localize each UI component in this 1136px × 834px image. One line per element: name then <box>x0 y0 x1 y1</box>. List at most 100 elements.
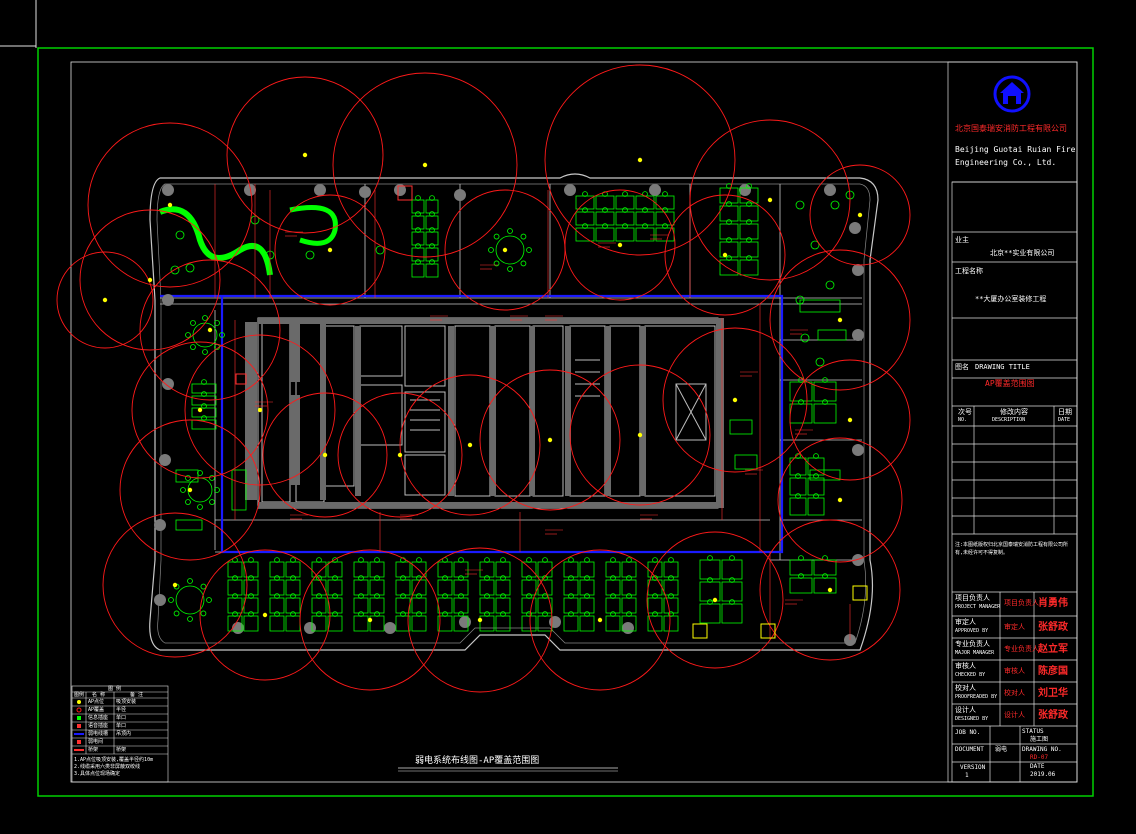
ap-point-icon[interactable] <box>722 252 728 258</box>
ap-point-icon[interactable] <box>367 617 373 623</box>
ap-point-icon[interactable] <box>767 197 773 203</box>
legend-header-name: 名 称 <box>92 692 106 698</box>
ap-point-icon[interactable] <box>197 407 203 413</box>
role-label-en: CHECKED BY <box>955 672 986 678</box>
chair <box>190 344 196 350</box>
workstation <box>813 559 837 576</box>
workstation <box>605 597 621 614</box>
workstation <box>635 195 655 210</box>
ap-point-icon[interactable] <box>637 157 643 163</box>
role-label-en: APPROVED BY <box>955 628 989 634</box>
cad-drawing-viewport[interactable]: 北京国泰瑞安消防工程有限公司 Beijing Guotai Ruian Fire… <box>0 0 1136 830</box>
workstation <box>311 597 327 614</box>
ap-point-icon[interactable] <box>397 452 403 458</box>
core-wall <box>258 502 718 508</box>
workstation <box>719 205 739 222</box>
workstation <box>575 227 595 242</box>
ap-point-icon[interactable] <box>827 587 833 593</box>
workstation <box>605 615 621 632</box>
workstation <box>563 597 579 614</box>
workstation <box>227 579 243 596</box>
ap-point-icon[interactable] <box>167 202 173 208</box>
date-label: DATE <box>1030 763 1045 770</box>
ap-point-icon[interactable] <box>302 152 308 158</box>
workstation <box>437 579 453 596</box>
lounge-chair <box>185 263 195 273</box>
workstation <box>243 579 259 596</box>
workstation <box>615 227 635 242</box>
workstation <box>739 223 759 240</box>
ap-point-icon[interactable] <box>732 397 738 403</box>
ap-point-icon[interactable] <box>422 162 428 168</box>
ap-point-icon[interactable] <box>597 617 603 623</box>
ap-point-icon[interactable] <box>837 497 843 503</box>
project-label: 工程名称 <box>955 267 983 275</box>
chair <box>526 247 532 253</box>
ap-point-icon[interactable] <box>207 327 213 333</box>
column <box>359 186 371 198</box>
workstation <box>227 561 243 578</box>
ap-point-icon[interactable] <box>187 487 193 493</box>
ap-point-icon[interactable] <box>172 582 178 588</box>
workstation <box>537 597 553 614</box>
chair <box>173 610 180 617</box>
chair <box>202 349 208 355</box>
lounge-chair <box>170 265 180 275</box>
legend-item-note: 吸顶安装 <box>116 699 137 705</box>
ap-point-icon[interactable] <box>327 247 333 253</box>
chair <box>185 332 191 338</box>
workstation <box>813 577 837 594</box>
workstation <box>813 403 837 424</box>
workstation <box>647 615 663 632</box>
ap-point-icon[interactable] <box>837 317 843 323</box>
ap-point-icon[interactable] <box>257 407 263 413</box>
legend-footnote: 3.具体点位现场确定 <box>74 771 121 777</box>
workstation <box>269 561 285 578</box>
workstation <box>425 231 439 246</box>
workstation <box>437 561 453 578</box>
workstation <box>721 581 743 602</box>
desk <box>799 299 841 313</box>
column <box>852 444 864 456</box>
workstation <box>411 615 427 632</box>
ap-point-icon[interactable] <box>637 432 643 438</box>
workstation <box>411 231 425 246</box>
chair <box>209 499 215 505</box>
workstation <box>635 211 655 226</box>
workstation <box>395 579 411 596</box>
role-label: 设计人 <box>955 706 976 714</box>
ap-point-icon[interactable] <box>477 617 483 623</box>
ap-point-icon[interactable] <box>857 212 863 218</box>
chair <box>168 597 174 603</box>
legend-item-name: AP点位 <box>88 699 105 705</box>
workstation <box>663 561 679 578</box>
workstation <box>595 227 615 242</box>
chair <box>180 487 186 493</box>
ap-point-icon[interactable] <box>262 612 268 618</box>
workstation <box>647 579 663 596</box>
workstation <box>615 211 635 226</box>
ap-point-icon[interactable] <box>547 437 553 443</box>
date-value: 2019.06 <box>1030 771 1056 778</box>
ap-point-icon[interactable] <box>147 277 153 283</box>
company-logo-icon <box>993 75 1031 113</box>
workstation <box>615 195 635 210</box>
column <box>852 329 864 341</box>
workstation <box>479 579 495 596</box>
ap-point-icon[interactable] <box>502 247 508 253</box>
ap-point-icon[interactable] <box>102 297 108 303</box>
ap-point-icon[interactable] <box>712 597 718 603</box>
ap-point-icon[interactable] <box>322 452 328 458</box>
desk <box>734 454 758 470</box>
core-wall <box>565 326 571 496</box>
ap-point-icon[interactable] <box>847 417 853 423</box>
ap-point-icon[interactable] <box>467 442 473 448</box>
drawing-no-value: RD-07 <box>1030 754 1049 761</box>
workstation <box>807 477 825 496</box>
chair <box>206 597 212 603</box>
ap-point-icon[interactable] <box>617 242 623 248</box>
signature: 肖勇伟 <box>1038 598 1068 609</box>
column <box>649 184 661 196</box>
column <box>162 294 174 306</box>
workstation <box>437 597 453 614</box>
